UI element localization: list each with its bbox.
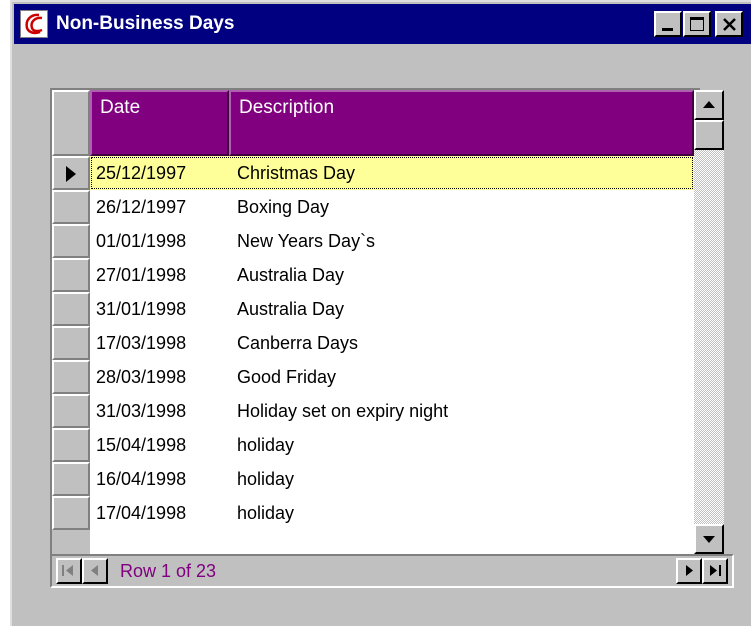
date-cell[interactable]: 26/12/1997 [96, 190, 186, 224]
last-record-button[interactable] [702, 558, 728, 584]
table-row[interactable]: 31/01/1998 Australia Day [90, 292, 694, 326]
previous-record-button[interactable] [82, 558, 108, 584]
table-row[interactable]: 26/12/1997 Boxing Day [90, 190, 694, 224]
description-cell[interactable]: Canberra Days [237, 326, 358, 360]
row-selector[interactable] [52, 292, 90, 326]
description-cell[interactable]: Good Friday [237, 360, 336, 394]
date-cell[interactable]: 31/03/1998 [96, 394, 186, 428]
row-selector[interactable] [52, 326, 90, 360]
row-selector[interactable] [52, 190, 90, 224]
minimize-button[interactable] [654, 11, 682, 37]
table-row[interactable]: 15/04/1998 holiday [90, 428, 694, 462]
row-selector[interactable] [52, 394, 90, 428]
arrow-up-icon [703, 101, 715, 108]
maximize-button[interactable] [683, 11, 711, 37]
record-navigator: Row 1 of 23 [50, 554, 734, 588]
description-cell[interactable]: Holiday set on expiry night [237, 394, 448, 428]
date-cell[interactable]: 17/04/1998 [96, 496, 186, 530]
vertical-scrollbar[interactable] [694, 90, 724, 554]
indicator-header [52, 90, 90, 156]
description-cell[interactable]: holiday [237, 428, 294, 462]
description-cell[interactable]: Australia Day [237, 258, 344, 292]
arrow-down-icon [703, 536, 715, 543]
column-header-description[interactable]: Description [229, 90, 694, 156]
row-selector[interactable] [52, 156, 90, 190]
non-business-days-grid[interactable]: Date Description 25/12/1997 Christmas Day… [50, 88, 724, 554]
description-cell[interactable]: Boxing Day [237, 190, 329, 224]
first-record-button[interactable] [56, 558, 82, 584]
date-cell[interactable]: 15/04/1998 [96, 428, 186, 462]
scroll-down-button[interactable] [694, 524, 724, 554]
previous-record-icon [91, 565, 98, 576]
row-selector[interactable] [52, 428, 90, 462]
row-selector[interactable] [52, 258, 90, 292]
description-cell[interactable]: Christmas Day [237, 156, 355, 190]
current-row-pointer-icon [66, 166, 76, 182]
row-position-status: Row 1 of 23 [120, 561, 217, 581]
table-row[interactable]: 01/01/1998 New Years Day`s [90, 224, 694, 258]
date-cell[interactable]: 28/03/1998 [96, 360, 186, 394]
record-indicator-column [52, 90, 90, 554]
close-button[interactable] [715, 11, 743, 37]
close-icon [723, 18, 736, 31]
table-row[interactable]: 17/03/1998 Canberra Days [90, 326, 694, 360]
description-cell[interactable]: holiday [237, 496, 294, 530]
date-cell[interactable]: 16/04/1998 [96, 462, 186, 496]
column-header-date[interactable]: Date [90, 90, 229, 156]
table-row[interactable]: 27/01/1998 Australia Day [90, 258, 694, 292]
date-cell[interactable]: 17/03/1998 [96, 326, 186, 360]
date-cell[interactable]: 25/12/1997 [96, 156, 186, 190]
row-selector[interactable] [52, 224, 90, 258]
table-row[interactable]: 17/04/1998 holiday [90, 496, 694, 530]
scroll-up-button[interactable] [694, 90, 724, 120]
row-selector[interactable] [52, 496, 90, 530]
table-row[interactable]: 16/04/1998 holiday [90, 462, 694, 496]
row-selector[interactable] [52, 462, 90, 496]
non-business-days-window: Non-Business Days Date Description 25/12… [10, 0, 751, 626]
last-record-icon [710, 565, 721, 576]
table-row[interactable]: 31/03/1998 Holiday set on expiry night [90, 394, 694, 428]
table-row[interactable]: 25/12/1997 Christmas Day [90, 156, 694, 190]
window-title: Non-Business Days [56, 13, 235, 34]
row-selector[interactable] [52, 360, 90, 394]
date-cell[interactable]: 27/01/1998 [96, 258, 186, 292]
next-record-button[interactable] [676, 558, 702, 584]
first-record-icon [62, 565, 73, 576]
date-cell[interactable]: 31/01/1998 [96, 292, 186, 326]
date-cell[interactable]: 01/01/1998 [96, 224, 186, 258]
next-record-icon [686, 565, 693, 576]
scroll-thumb[interactable] [694, 120, 724, 150]
description-cell[interactable]: New Years Day`s [237, 224, 375, 258]
description-cell[interactable]: holiday [237, 462, 294, 496]
description-cell[interactable]: Australia Day [237, 292, 344, 326]
table-row[interactable]: 28/03/1998 Good Friday [90, 360, 694, 394]
app-logo-icon[interactable] [20, 10, 48, 38]
title-bar[interactable]: Non-Business Days [14, 4, 751, 44]
